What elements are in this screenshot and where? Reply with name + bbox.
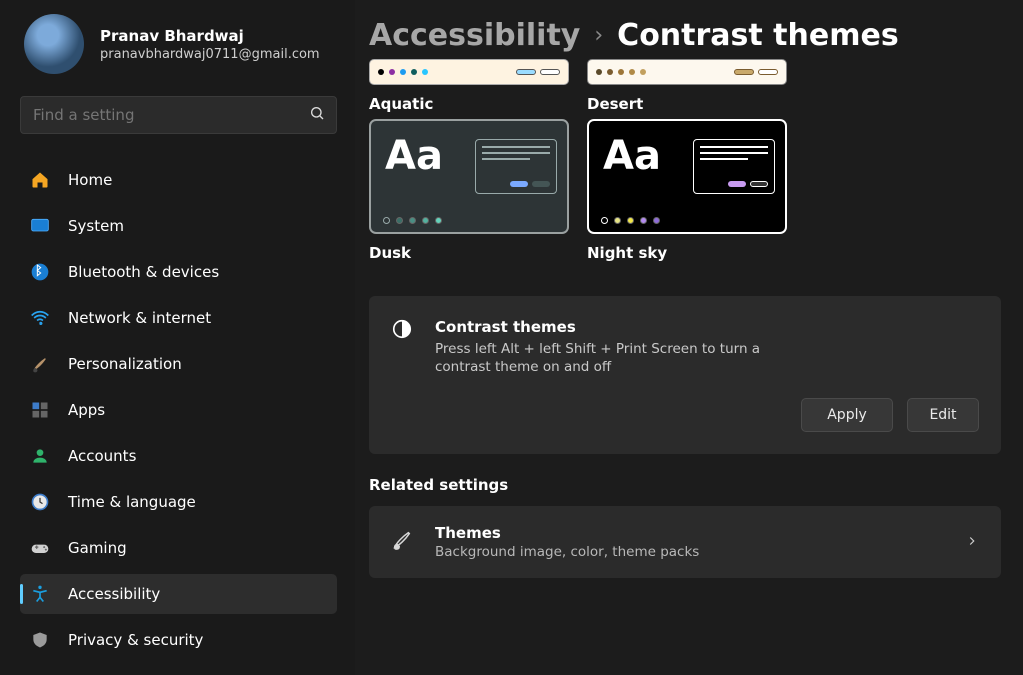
profile-block[interactable]: Pranav Bhardwaj pranavbhardwaj0711@gmail… bbox=[20, 14, 337, 74]
system-icon bbox=[30, 216, 50, 236]
sidebar-item-label: Privacy & security bbox=[68, 631, 203, 649]
settings-sidebar: Pranav Bhardwaj pranavbhardwaj0711@gmail… bbox=[0, 0, 355, 675]
sidebar-item-label: Network & internet bbox=[68, 309, 211, 327]
chevron-right-icon bbox=[965, 533, 979, 552]
sidebar-item-label: System bbox=[68, 217, 124, 235]
page-title: Contrast themes bbox=[617, 18, 899, 53]
theme-previews-grid: Aquatic Aa bbox=[369, 59, 1001, 262]
clock-icon bbox=[30, 492, 50, 512]
wifi-icon bbox=[30, 308, 50, 328]
related-desc: Background image, color, theme packs bbox=[435, 544, 699, 560]
breadcrumb: Accessibility › Contrast themes bbox=[369, 18, 1001, 53]
shield-icon bbox=[30, 630, 50, 650]
paintbrush-icon bbox=[391, 529, 413, 555]
profile-email: pranavbhardwaj0711@gmail.com bbox=[100, 47, 320, 62]
swatch-dots bbox=[601, 217, 660, 224]
sidebar-item-personalization[interactable]: Personalization bbox=[20, 344, 337, 384]
paintbrush-icon bbox=[30, 354, 50, 374]
related-themes-card[interactable]: Themes Background image, color, theme pa… bbox=[369, 506, 1001, 578]
swatch-dots bbox=[378, 69, 428, 75]
related-settings-heading: Related settings bbox=[369, 476, 1001, 494]
sidebar-item-network[interactable]: Network & internet bbox=[20, 298, 337, 338]
sidebar-item-label: Apps bbox=[68, 401, 105, 419]
search-input[interactable] bbox=[20, 96, 337, 134]
swatch-bars bbox=[734, 69, 778, 75]
sidebar-item-system[interactable]: System bbox=[20, 206, 337, 246]
avatar bbox=[24, 14, 84, 74]
panel-head: Contrast themes Press left Alt + left Sh… bbox=[391, 318, 979, 376]
sidebar-item-label: Accessibility bbox=[68, 585, 160, 603]
chevron-right-icon: › bbox=[594, 23, 603, 48]
theme-label-dusk: Dusk bbox=[369, 244, 569, 262]
sidebar-item-label: Personalization bbox=[68, 355, 182, 373]
theme-preview-aquatic[interactable] bbox=[369, 59, 569, 85]
nav-list: Home System Bluetooth & devices Network … bbox=[20, 160, 337, 665]
preview-column: Desert Aa bbox=[587, 59, 787, 262]
sidebar-item-bluetooth[interactable]: Bluetooth & devices bbox=[20, 252, 337, 292]
sidebar-item-accounts[interactable]: Accounts bbox=[20, 436, 337, 476]
profile-text: Pranav Bhardwaj pranavbhardwaj0711@gmail… bbox=[100, 27, 320, 62]
swatch-dots bbox=[383, 217, 442, 224]
mini-window bbox=[693, 139, 775, 194]
breadcrumb-parent[interactable]: Accessibility bbox=[369, 18, 580, 53]
accounts-icon bbox=[30, 446, 50, 466]
panel-actions: Apply Edit bbox=[391, 398, 979, 432]
theme-preview-dusk[interactable]: Aa bbox=[369, 119, 569, 234]
sidebar-item-label: Bluetooth & devices bbox=[68, 263, 219, 281]
apply-button[interactable]: Apply bbox=[801, 398, 893, 432]
main-content: Accessibility › Contrast themes Aquatic bbox=[355, 0, 1023, 675]
panel-title: Contrast themes bbox=[435, 318, 805, 336]
theme-preview-night-sky[interactable]: Aa bbox=[587, 119, 787, 234]
theme-preview-desert[interactable] bbox=[587, 59, 787, 85]
profile-name: Pranav Bhardwaj bbox=[100, 27, 320, 45]
search-wrap bbox=[20, 96, 337, 134]
home-icon bbox=[30, 170, 50, 190]
apps-icon bbox=[30, 400, 50, 420]
related-text: Themes Background image, color, theme pa… bbox=[435, 524, 699, 560]
theme-label-desert: Desert bbox=[587, 95, 787, 113]
swatch-bars bbox=[516, 69, 560, 75]
sidebar-item-time[interactable]: Time & language bbox=[20, 482, 337, 522]
sidebar-item-accessibility[interactable]: Accessibility bbox=[20, 574, 337, 614]
bluetooth-icon bbox=[30, 262, 50, 282]
accessibility-icon bbox=[30, 584, 50, 604]
sidebar-item-label: Accounts bbox=[68, 447, 136, 465]
sidebar-item-label: Gaming bbox=[68, 539, 127, 557]
mini-window bbox=[475, 139, 557, 194]
panel-description: Press left Alt + left Shift + Print Scre… bbox=[435, 340, 805, 376]
sidebar-item-label: Time & language bbox=[68, 493, 196, 511]
swatch-dots bbox=[596, 69, 646, 75]
sidebar-item-gaming[interactable]: Gaming bbox=[20, 528, 337, 568]
sidebar-item-apps[interactable]: Apps bbox=[20, 390, 337, 430]
related-title: Themes bbox=[435, 524, 699, 542]
sidebar-item-home[interactable]: Home bbox=[20, 160, 337, 200]
theme-label-aquatic: Aquatic bbox=[369, 95, 569, 113]
gamepad-icon bbox=[30, 538, 50, 558]
sidebar-item-privacy[interactable]: Privacy & security bbox=[20, 620, 337, 660]
contrast-icon bbox=[391, 318, 413, 344]
contrast-themes-panel: Contrast themes Press left Alt + left Sh… bbox=[369, 296, 1001, 454]
sidebar-item-label: Home bbox=[68, 171, 112, 189]
preview-column: Aquatic Aa bbox=[369, 59, 569, 262]
edit-button[interactable]: Edit bbox=[907, 398, 979, 432]
theme-label-night-sky: Night sky bbox=[587, 244, 787, 262]
panel-text: Contrast themes Press left Alt + left Sh… bbox=[435, 318, 805, 376]
search-icon bbox=[309, 105, 325, 125]
